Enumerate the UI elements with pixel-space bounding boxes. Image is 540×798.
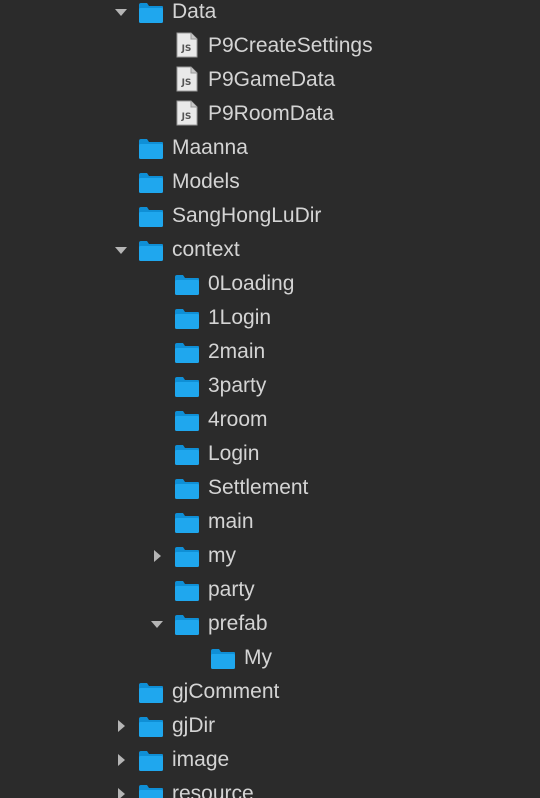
js-file-icon: JS xyxy=(174,66,200,92)
folder-icon xyxy=(138,137,164,161)
folder-icon xyxy=(138,171,164,195)
tree-row-p9createsettings[interactable]: JS P9CreateSettings xyxy=(0,29,540,63)
tree-row-label: Models xyxy=(172,170,240,193)
tree-row-label: gjComment xyxy=(172,680,280,703)
tree-row-4room[interactable]: 4room xyxy=(0,403,540,437)
tree-row-prefab[interactable]: prefab xyxy=(0,607,540,641)
js-badge-text: JS xyxy=(181,112,192,122)
js-badge-text: JS xyxy=(181,44,192,54)
tree-row-label: 0Loading xyxy=(208,272,295,295)
tree-row-label: Data xyxy=(172,0,217,23)
tree-row-label: party xyxy=(208,578,255,601)
js-badge-text: JS xyxy=(181,78,192,88)
tree-row-label: Login xyxy=(208,442,260,465)
folder-icon xyxy=(174,341,200,365)
js-file-icon: JS xyxy=(174,32,200,58)
tree-row-context[interactable]: context xyxy=(0,233,540,267)
folder-icon xyxy=(174,409,200,433)
tree-row-label: SangHongLuDir xyxy=(172,204,322,227)
folder-icon xyxy=(174,477,200,501)
tree-row-sanghongludir[interactable]: SangHongLuDir xyxy=(0,199,540,233)
tree-row-my[interactable]: my xyxy=(0,539,540,573)
folder-icon xyxy=(174,443,200,467)
tree-row-2main[interactable]: 2main xyxy=(0,335,540,369)
disclosure-collapsed-icon[interactable] xyxy=(114,719,128,733)
tree-row-maanna[interactable]: Maanna xyxy=(0,131,540,165)
tree-row-resource[interactable]: resource xyxy=(0,777,540,798)
tree-row-p9gamedata[interactable]: JS P9GameData xyxy=(0,63,540,97)
folder-icon xyxy=(174,545,200,569)
folder-icon xyxy=(138,1,164,25)
tree-row-label: 3party xyxy=(208,374,267,397)
folder-icon xyxy=(138,681,164,705)
disclosure-collapsed-icon[interactable] xyxy=(114,753,128,767)
tree-row-3party[interactable]: 3party xyxy=(0,369,540,403)
tree-row-main[interactable]: main xyxy=(0,505,540,539)
tree-row-label: 2main xyxy=(208,340,266,363)
tree-row-my[interactable]: My xyxy=(0,641,540,675)
tree-row-label: P9GameData xyxy=(208,68,336,91)
folder-icon xyxy=(174,511,200,535)
tree-row-p9roomdata[interactable]: JS P9RoomData xyxy=(0,97,540,131)
folder-icon xyxy=(174,579,200,603)
tree-row-label: resource xyxy=(172,782,254,798)
folder-icon xyxy=(210,647,236,671)
disclosure-expanded-icon[interactable] xyxy=(114,243,128,257)
tree-row-label: My xyxy=(244,646,272,669)
tree-row-0loading[interactable]: 0Loading xyxy=(0,267,540,301)
disclosure-collapsed-icon[interactable] xyxy=(150,549,164,563)
tree-row-1login[interactable]: 1Login xyxy=(0,301,540,335)
folder-icon xyxy=(138,783,164,798)
folder-icon xyxy=(174,613,200,637)
tree-row-gjdir[interactable]: gjDir xyxy=(0,709,540,743)
tree-row-image[interactable]: image xyxy=(0,743,540,777)
folder-icon xyxy=(138,205,164,229)
tree-row-login[interactable]: Login xyxy=(0,437,540,471)
folder-icon xyxy=(138,715,164,739)
js-file-icon: JS xyxy=(174,100,200,126)
tree-row-label: context xyxy=(172,238,240,261)
tree-row-label: Settlement xyxy=(208,476,309,499)
tree-row-label: 4room xyxy=(208,408,268,431)
tree-row-label: main xyxy=(208,510,254,533)
tree-row-data[interactable]: Data xyxy=(0,0,540,29)
folder-icon xyxy=(138,749,164,773)
disclosure-expanded-icon[interactable] xyxy=(114,5,128,19)
tree-row-gjcomment[interactable]: gjComment xyxy=(0,675,540,709)
folder-icon xyxy=(174,307,200,331)
tree-row-label: my xyxy=(208,544,236,567)
tree-row-label: gjDir xyxy=(172,714,216,737)
tree-row-label: prefab xyxy=(208,612,268,635)
folder-icon xyxy=(138,239,164,263)
asset-tree: Data JS P9CreateSettings JS P9GameData JS P9Ro… xyxy=(0,0,540,798)
tree-row-label: Maanna xyxy=(172,136,248,159)
disclosure-expanded-icon[interactable] xyxy=(150,617,164,631)
tree-row-party[interactable]: party xyxy=(0,573,540,607)
folder-icon xyxy=(174,375,200,399)
tree-row-label: image xyxy=(172,748,230,771)
tree-row-label: P9CreateSettings xyxy=(208,34,373,57)
disclosure-collapsed-icon[interactable] xyxy=(114,787,128,798)
folder-icon xyxy=(174,273,200,297)
tree-row-label: 1Login xyxy=(208,306,272,329)
tree-row-settlement[interactable]: Settlement xyxy=(0,471,540,505)
tree-row-label: P9RoomData xyxy=(208,102,335,125)
tree-row-models[interactable]: Models xyxy=(0,165,540,199)
